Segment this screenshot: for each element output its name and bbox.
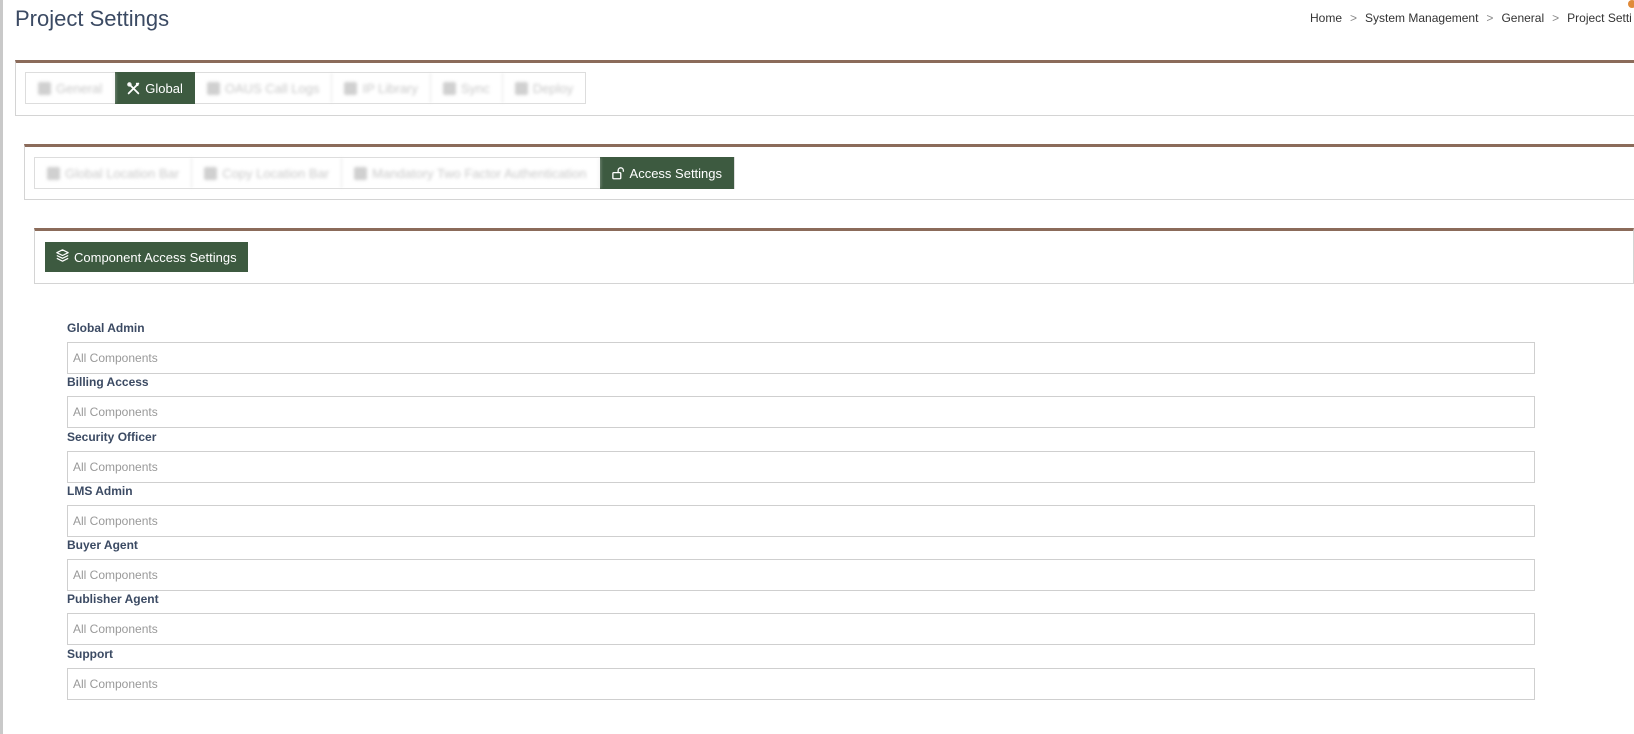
lms-admin-select[interactable]: All Components [67,504,1535,537]
tab-access-settings[interactable]: Access Settings [599,157,735,189]
tab-label: OAUS Call Logs [224,80,320,96]
grid-icon [344,81,358,95]
breadcrumb-home[interactable]: Home [1310,11,1342,25]
tab-oaus-call-logs[interactable]: OAUS Call Logs [195,73,333,103]
access-settings-panel: Component Access Settings [34,228,1634,284]
tab-label: Access Settings [629,165,723,181]
field-global-admin: Global Admin All Components [67,320,1535,374]
gear-icon [38,81,51,95]
gear-icon [514,81,528,95]
sub-tab-bar: Global Location Bar Copy Location Bar Ma… [34,157,736,189]
breadcrumb-separator: > [1552,11,1560,25]
breadcrumb-separator: > [1486,11,1494,25]
field-label: Billing Access [67,375,149,390]
field-label: Global Admin [67,321,145,335]
field-label: Security Officer [67,429,157,444]
billing-access-select[interactable]: All Components [67,396,1535,429]
security-officer-select[interactable]: All Components [67,450,1535,483]
grid-icon [47,166,60,180]
field-buyer-agent: Buyer Agent All Components [67,537,1535,592]
tab-mandatory-two-factor[interactable]: Mandatory Two Factor Authentication [342,158,600,188]
tab-global-location-bar[interactable]: Global Location Bar [35,158,193,188]
field-billing-access: Billing Access All Components [67,374,1535,429]
notification-dot-icon [1628,0,1634,8]
field-label: Buyer Agent [67,538,138,553]
tab-sync[interactable]: Sync [431,73,503,103]
breadcrumb-separator: > [1350,11,1358,25]
main-tabs-panel: General Global OAUS Call Logs IP Library… [15,60,1634,116]
field-label: Support [67,646,113,661]
field-security-officer: Security Officer All Components [67,429,1535,483]
left-edge-divider [0,0,3,734]
tab-label: Copy Location Bar [222,165,330,181]
breadcrumb: Home > System Management > General > Project S… [1310,11,1634,25]
link-icon [354,166,368,180]
tab-label: Mandatory Two Factor Authentication [372,165,587,181]
link-icon [206,81,220,95]
tab-general[interactable]: General [26,73,116,103]
component-access-form: Global Admin All Components Billing Acce… [67,320,1535,700]
main-tab-bar: General Global OAUS Call Logs IP Library… [25,72,587,104]
field-publisher-agent: Publisher Agent All Components [67,591,1535,646]
breadcrumb-project-settings: Project Setti [1567,11,1632,25]
field-label: Publisher Agent [67,592,159,607]
tab-ip-library[interactable]: IP Library [332,73,431,103]
tab-deploy[interactable]: Deploy [503,73,585,103]
tab-global[interactable]: Global [115,72,195,104]
field-support: Support All Components [67,646,1535,700]
global-subtabs-panel: Global Location Bar Copy Location Bar Ma… [24,144,1634,200]
grid-icon [204,166,218,180]
component-access-settings-button[interactable]: Component Access Settings [45,242,248,272]
field-lms-admin: LMS Admin All Components [67,483,1535,537]
unlock-icon [611,166,625,180]
tab-label: Global [145,80,183,96]
component-access-settings-label: Component Access Settings [74,249,237,265]
layers-icon [56,249,69,265]
tab-label: Deploy [532,80,574,96]
tools-icon [127,81,140,95]
page-title: Project Settings [15,6,170,31]
link-icon [442,81,456,95]
buyer-agent-select[interactable]: All Components [67,559,1535,592]
breadcrumb-general[interactable]: General [1501,11,1544,25]
tab-label: IP Library [362,80,418,96]
breadcrumb-system-management[interactable]: System Management [1365,11,1478,25]
tab-label: Sync [460,80,490,96]
field-label: LMS Admin [67,483,133,498]
tab-copy-location-bar[interactable]: Copy Location Bar [192,158,343,188]
global-admin-select[interactable]: All Components [67,342,1535,374]
support-select[interactable]: All Components [67,667,1535,700]
tab-label: General [56,80,103,96]
tab-label: Global Location Bar [65,165,180,181]
publisher-agent-select[interactable]: All Components [67,613,1535,646]
